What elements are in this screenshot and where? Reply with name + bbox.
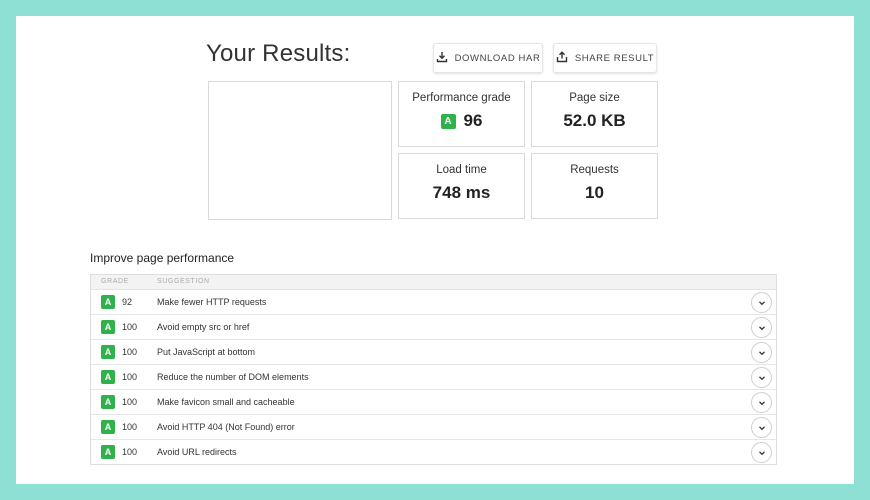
load-time-value: 748 ms [432, 183, 491, 202]
expand-chevron-button[interactable] [751, 417, 772, 438]
page-size-card: Page size 52.0 KB [531, 81, 658, 147]
expand-chevron-button[interactable] [751, 392, 772, 413]
expand-chevron-button[interactable] [751, 317, 772, 338]
page-title: Your Results: [206, 40, 351, 67]
row-grade-badge: A [101, 420, 115, 434]
page-size-value: 52.0 KB [563, 111, 626, 130]
row-score: 100 [122, 322, 138, 332]
page-screenshot-preview [208, 81, 392, 220]
column-header-suggestion: SUGGESTION [157, 278, 210, 285]
row-suggestion: Avoid empty src or href [157, 322, 250, 332]
row-suggestion: Put JavaScript at bottom [157, 347, 256, 357]
download-icon [436, 51, 448, 66]
expand-chevron-button[interactable] [751, 292, 772, 313]
row-suggestion: Avoid URL redirects [157, 447, 237, 457]
results-card: Your Results: DOWNLOAD HAR SHARE RESULT … [16, 16, 854, 484]
performance-grade-card: Performance grade A 96 [398, 81, 525, 147]
load-time-card: Load time 748 ms [398, 153, 525, 219]
expand-chevron-button[interactable] [751, 442, 772, 463]
row-score: 100 [122, 447, 138, 457]
row-score: 100 [122, 422, 138, 432]
chevron-down-icon [758, 325, 765, 330]
load-time-label: Load time [436, 164, 487, 176]
share-result-label: SHARE RESULT [574, 52, 655, 64]
row-grade-badge: A [101, 395, 115, 409]
row-grade-badge: A [101, 445, 115, 459]
requests-card: Requests 10 [531, 153, 658, 219]
row-suggestion: Reduce the number of DOM elements [157, 372, 309, 382]
table-row[interactable]: A 100 Avoid HTTP 404 (Not Found) error [91, 415, 776, 440]
row-suggestion: Make favicon small and cacheable [157, 397, 295, 407]
row-score: 100 [122, 347, 138, 357]
chevron-down-icon [758, 450, 765, 455]
table-row[interactable]: A 100 Put JavaScript at bottom [91, 340, 776, 365]
chevron-down-icon [758, 400, 765, 405]
table-row[interactable]: A 100 Avoid empty src or href [91, 315, 776, 340]
improve-section-title: Improve page performance [90, 251, 235, 265]
performance-grade-badge: A [440, 113, 456, 129]
page-size-label: Page size [569, 92, 620, 104]
row-score: 100 [122, 372, 138, 382]
chevron-down-icon [758, 425, 765, 430]
share-result-button[interactable]: SHARE RESULT [553, 43, 657, 73]
column-header-grade: GRADE [101, 278, 129, 285]
requests-value: 10 [585, 183, 604, 202]
table-header: GRADE SUGGESTION [91, 275, 776, 290]
row-suggestion: Make fewer HTTP requests [157, 297, 267, 307]
requests-label: Requests [570, 164, 619, 176]
table-row[interactable]: A 100 Avoid URL redirects [91, 440, 776, 464]
chevron-down-icon [758, 300, 765, 305]
performance-grade-label: Performance grade [412, 92, 511, 104]
row-score: 100 [122, 397, 138, 407]
chevron-down-icon [758, 375, 765, 380]
download-har-button[interactable]: DOWNLOAD HAR [433, 43, 543, 73]
expand-chevron-button[interactable] [751, 342, 772, 363]
row-grade-badge: A [101, 345, 115, 359]
table-row[interactable]: A 92 Make fewer HTTP requests [91, 290, 776, 315]
row-grade-badge: A [101, 370, 115, 384]
row-score: 92 [122, 297, 133, 307]
row-suggestion: Avoid HTTP 404 (Not Found) error [157, 422, 295, 432]
table-row[interactable]: A 100 Make favicon small and cacheable [91, 390, 776, 415]
expand-chevron-button[interactable] [751, 367, 772, 388]
download-har-label: DOWNLOAD HAR [454, 52, 541, 64]
table-row[interactable]: A 100 Reduce the number of DOM elements [91, 365, 776, 390]
chevron-down-icon [758, 350, 765, 355]
row-grade-badge: A [101, 320, 115, 334]
suggestions-table: GRADE SUGGESTION A 92 Make fewer HTTP re… [90, 274, 777, 465]
performance-grade-value: 96 [463, 111, 483, 130]
share-icon [556, 50, 568, 66]
row-grade-badge: A [101, 295, 115, 309]
